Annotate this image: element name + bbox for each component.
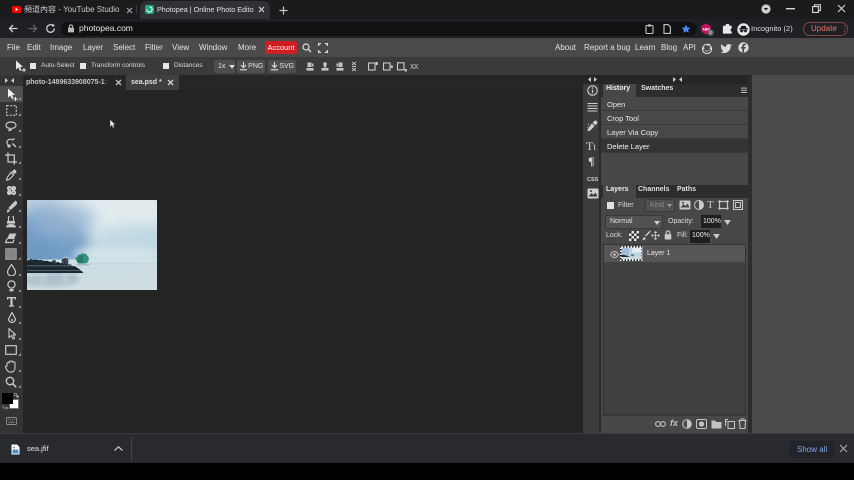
svg-text:2: 2 [709,30,712,35]
